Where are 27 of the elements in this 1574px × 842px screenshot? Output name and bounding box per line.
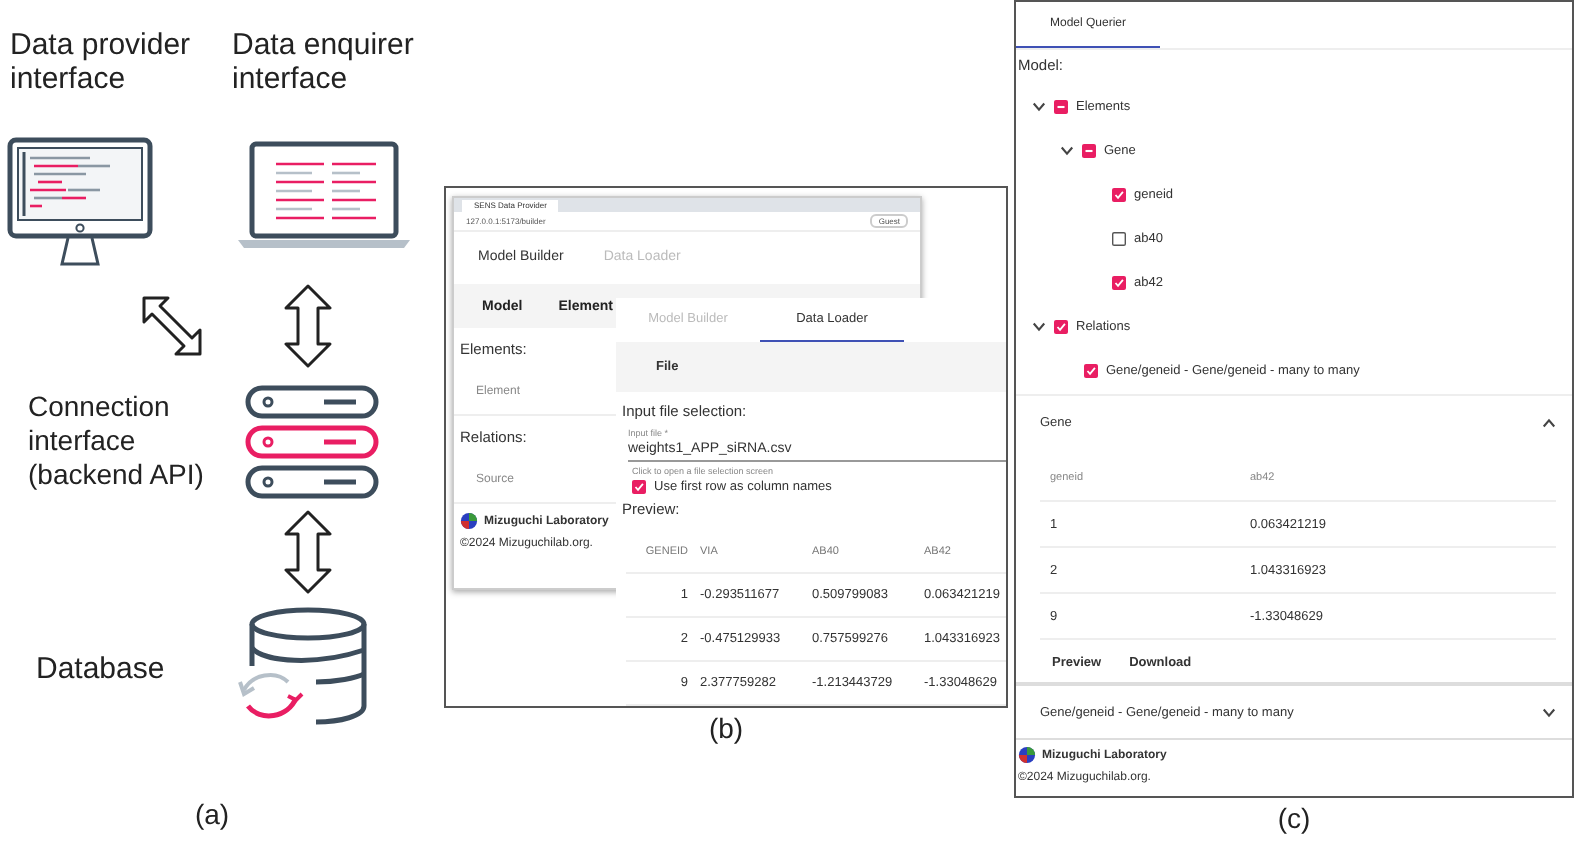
logo-icon (460, 512, 478, 530)
checkbox[interactable] (1084, 363, 1098, 377)
double-arrow-icon (140, 294, 208, 358)
chevron-icon[interactable] (1032, 101, 1046, 111)
checkbox[interactable] (1112, 275, 1126, 289)
provider-interface-label: Data provider interface (8, 26, 193, 96)
enquirer-interface-label: Data enquirer interface (230, 26, 416, 96)
figure-caption: (a) (192, 798, 232, 834)
connection-interface-label: Connection interface (backend API) (26, 390, 206, 492)
logo-icon (1018, 746, 1036, 764)
chevron-icon[interactable] (1542, 417, 1556, 427)
checkbox[interactable] (1112, 187, 1126, 201)
figure-caption: (b) (706, 712, 746, 744)
chevron-icon[interactable] (1032, 321, 1046, 331)
server-stack-drawing (244, 383, 380, 499)
double-arrow-icon (282, 284, 334, 368)
checkbox[interactable] (1054, 319, 1068, 333)
checkbox[interactable] (632, 480, 646, 494)
chevron-icon[interactable] (1542, 707, 1556, 717)
double-arrow-icon (282, 510, 334, 594)
checkbox[interactable] (1112, 231, 1126, 245)
checkbox[interactable] (1082, 143, 1096, 157)
checkbox[interactable] (1054, 99, 1068, 113)
database-label: Database (34, 651, 167, 685)
figure-caption: (c) (1275, 802, 1313, 834)
chevron-icon[interactable] (1060, 145, 1074, 155)
database-sync-drawing (236, 606, 368, 730)
